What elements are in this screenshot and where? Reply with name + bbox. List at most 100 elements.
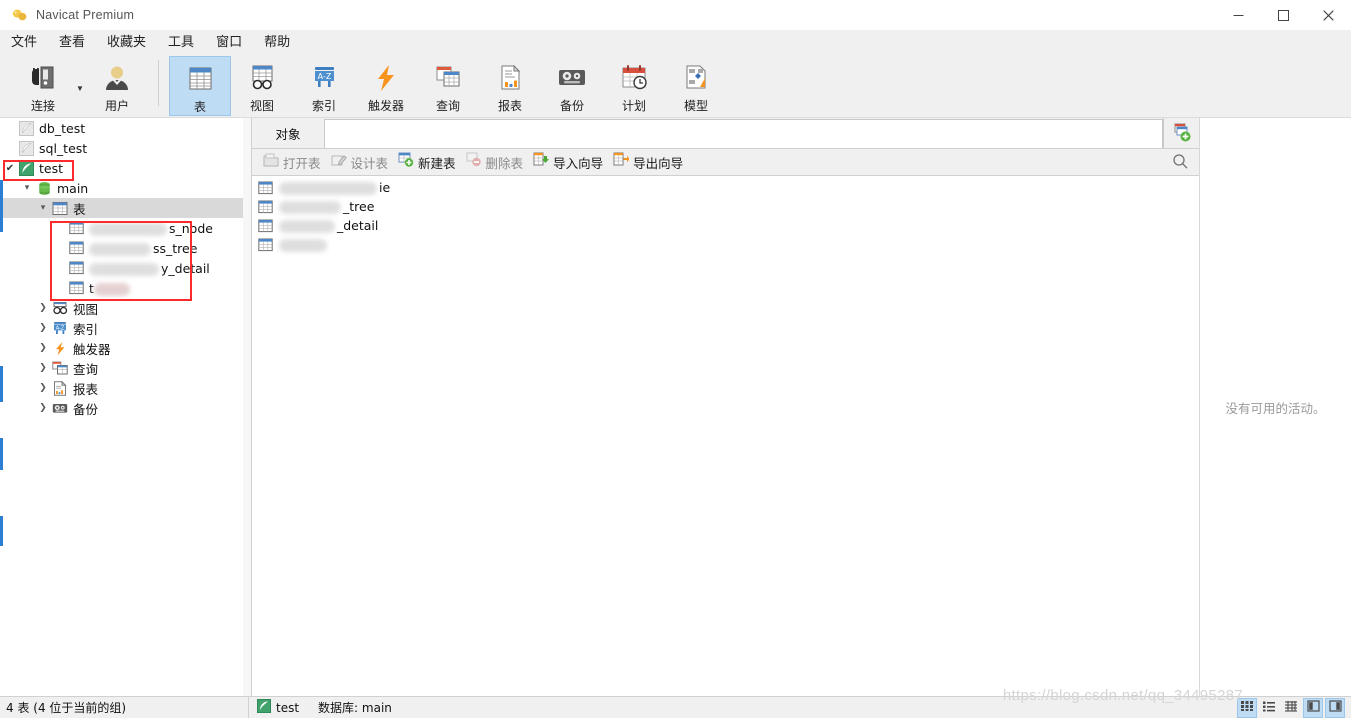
maximize-button[interactable] [1261, 0, 1306, 30]
ribbon-report-button[interactable]: 报表 [479, 56, 541, 116]
new-table-icon [398, 152, 414, 172]
tree-node-db_test[interactable]: db_test [0, 118, 251, 138]
tree-node-checkmark-icon: ✔ [5, 162, 15, 174]
ribbon-schedule-button[interactable]: 计划 [603, 56, 665, 116]
search-icon[interactable] [1172, 153, 1189, 175]
tree-node-查询[interactable]: ❯ 查询 [0, 358, 251, 378]
ribbon-toolbar: 连接 ▼ 用户 表 视图 A-Z 索引 触发器 查询 报表 备份 计划 模型 [0, 56, 1351, 118]
import-wizard-button[interactable]: 导入向导 [528, 151, 608, 174]
new-table-button[interactable]: 新建表 [393, 151, 461, 174]
object-filter-input[interactable] [324, 119, 1163, 148]
close-button[interactable] [1306, 0, 1351, 30]
chevron-right-icon[interactable]: ❯ [36, 298, 50, 318]
tree-scrollbar[interactable] [243, 118, 251, 696]
redacted-table-name [279, 201, 341, 214]
tree-node-触发器[interactable]: ❯ 触发器 [0, 338, 251, 358]
design-table-icon [331, 153, 347, 172]
tree-node-table-5[interactable]: s_node [0, 218, 251, 238]
backup-icon [50, 402, 70, 415]
tree-node-label: 视图 [73, 301, 99, 317]
grid-view-button[interactable] [1237, 698, 1257, 718]
object-list-row[interactable]: _tree [252, 197, 1199, 216]
detail-view-button[interactable] [1281, 698, 1301, 718]
chevron-down-icon[interactable]: ▾ [36, 198, 50, 218]
tab-objects[interactable]: 对象 [252, 118, 324, 148]
tree-node-label: y_detail [89, 261, 210, 276]
ribbon-query-button[interactable]: 查询 [417, 56, 479, 116]
ribbon-index-button[interactable]: A-Z 索引 [293, 56, 355, 116]
menu-favorites[interactable]: 收藏夹 [96, 30, 157, 56]
object-list-row[interactable] [252, 235, 1199, 254]
menu-file[interactable]: 文件 [0, 30, 48, 56]
index-icon: A-Z [50, 321, 70, 335]
ribbon-model-button[interactable]: 模型 [665, 56, 727, 116]
chevron-right-icon[interactable]: ❯ [36, 318, 50, 338]
ribbon-connection-label: 连接 [30, 99, 55, 113]
chevron-down-icon[interactable]: ▾ [20, 178, 34, 198]
tree-node-label: sql_test [39, 140, 88, 156]
object-panel: 对象 打开表 设计表 新建表 删除表 导入向导 导出向导 ie _tree _d… [252, 118, 1199, 696]
tree-node-table-6[interactable]: ss_tree [0, 238, 251, 258]
chevron-right-icon[interactable]: ❯ [36, 398, 50, 418]
ribbon-connection-button[interactable]: 连接 [12, 56, 74, 116]
table-icon [184, 62, 216, 96]
menu-tools[interactable]: 工具 [157, 30, 205, 56]
tree-node-table-7[interactable]: y_detail [0, 258, 251, 278]
redacted-table-name [279, 220, 335, 233]
view-mode-buttons [1237, 698, 1345, 718]
delete-table-button[interactable]: 删除表 [461, 151, 529, 174]
redacted-table-name [89, 262, 159, 276]
tree-node-label: 报表 [73, 381, 99, 397]
object-list-row[interactable]: _detail [252, 216, 1199, 235]
tree-node-表[interactable]: ▾ 表 [0, 198, 251, 218]
tree-node-main[interactable]: ▾ main [0, 178, 251, 198]
open-table-button[interactable]: 打开表 [258, 151, 326, 174]
query-icon [432, 61, 464, 95]
list-view-button[interactable] [1259, 698, 1279, 718]
ribbon-user-button[interactable]: 用户 [86, 56, 148, 116]
new-object-icon[interactable] [1163, 118, 1199, 148]
tree-node-备份[interactable]: ❯ 备份 [0, 398, 251, 418]
ribbon-trigger-label: 触发器 [367, 99, 404, 113]
report-icon [494, 61, 526, 95]
ribbon-table-button[interactable]: 表 [169, 56, 231, 116]
chevron-right-icon[interactable]: ❯ [36, 358, 50, 378]
split-right-button[interactable] [1325, 698, 1345, 718]
split-left-icon [1306, 699, 1320, 717]
menu-help[interactable]: 帮助 [253, 30, 301, 56]
ribbon-backup-button[interactable]: 备份 [541, 56, 603, 116]
tree-node-table-8[interactable]: t [0, 278, 251, 298]
object-list[interactable]: ie _tree _detail [252, 176, 1199, 695]
tree-node-label: test [39, 160, 64, 176]
redacted-table-name [279, 182, 377, 195]
object-list-row[interactable]: ie [252, 178, 1199, 197]
tree-node-报表[interactable]: ❯ 报表 [0, 378, 251, 398]
chevron-right-icon[interactable]: ❯ [36, 338, 50, 358]
menu-view[interactable]: 查看 [48, 30, 96, 56]
ribbon-view-button[interactable]: 视图 [231, 56, 293, 116]
chevron-right-icon[interactable]: ❯ [36, 378, 50, 398]
tree-node-sql_test[interactable]: sql_test [0, 138, 251, 158]
ribbon-trigger-button[interactable]: 触发器 [355, 56, 417, 116]
tree-node-test[interactable]: ✔ test [0, 158, 251, 178]
tree-node-视图[interactable]: ❯ 视图 [0, 298, 251, 318]
table-item-icon [258, 238, 276, 252]
minimize-button[interactable] [1216, 0, 1261, 30]
detail-view-icon [1284, 699, 1298, 717]
object-list-row-label: _detail [279, 218, 378, 233]
tree-node-label: 查询 [73, 361, 99, 377]
export-wizard-button[interactable]: 导出向导 [608, 151, 688, 174]
menu-window[interactable]: 窗口 [205, 30, 253, 56]
split-right-icon [1328, 699, 1342, 717]
connection-chevron-down-icon[interactable]: ▼ [74, 56, 86, 114]
ribbon-query-label: 查询 [435, 99, 460, 113]
connection-leaf-icon-inactive [16, 140, 36, 156]
connection-tree-panel[interactable]: db_test sql_test ✔ test ▾ main ▾ 表 s_node ss_tree… [0, 118, 252, 696]
status-database-label: 数据库: main [318, 701, 392, 715]
tree-node-索引[interactable]: ❯ A-Z 索引 [0, 318, 251, 338]
open-table-icon [263, 153, 279, 172]
tree-node-label: 索引 [73, 321, 99, 337]
design-table-button[interactable]: 设计表 [326, 151, 394, 174]
split-left-button[interactable] [1303, 698, 1323, 718]
tree-node-label: main [57, 180, 89, 196]
